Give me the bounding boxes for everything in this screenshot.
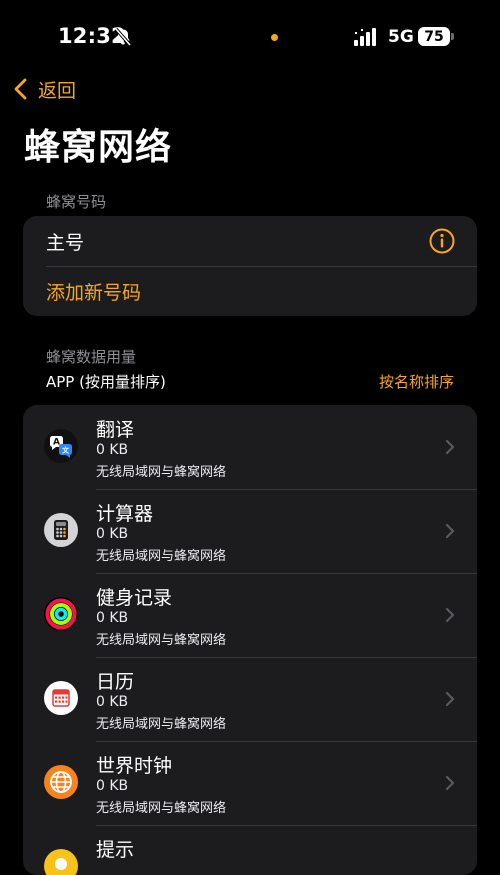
app-network: 无线局域网与蜂窝网络 [96, 633, 227, 648]
calculator-icon [44, 513, 78, 547]
apps-header-row: APP (按用量排序) 按名称排序 [46, 371, 454, 392]
app-row-fitness[interactable]: 健身记录 0 KB 无线局域网与蜂窝网络 [23, 573, 477, 657]
section-header-usage: 蜂窝数据用量 [46, 348, 137, 366]
battery-icon: 75 [418, 27, 450, 46]
info-icon[interactable] [429, 228, 455, 254]
app-row-world-clock[interactable]: 世界时钟 0 KB 无线局域网与蜂窝网络 [23, 741, 477, 825]
translate-icon: A 文 [44, 429, 78, 463]
app-row-calendar[interactable]: 日历 0 KB 无线局域网与蜂窝网络 [23, 657, 477, 741]
back-label: 返回 [38, 79, 77, 102]
chevron-right-icon [445, 439, 455, 455]
tips-icon [44, 849, 78, 875]
app-network: 无线局域网与蜂窝网络 [96, 465, 227, 480]
chevron-left-icon [14, 78, 27, 100]
add-number-row[interactable]: 添加新号码 [23, 266, 477, 316]
chevron-right-icon [445, 523, 455, 539]
section-header-numbers: 蜂窝号码 [46, 193, 107, 211]
activity-icon [44, 597, 78, 631]
battery-level: 75 [424, 28, 444, 45]
bell-slash-icon [114, 27, 132, 47]
app-name: 计算器 [96, 503, 154, 525]
app-name: 健身记录 [96, 587, 173, 609]
app-name: 世界时钟 [96, 755, 173, 777]
app-usage: 0 KB [96, 694, 129, 710]
status-bar: 12:32 5G 75 [0, 0, 500, 74]
svg-text:A: A [53, 438, 60, 448]
svg-text:文: 文 [62, 446, 70, 455]
app-row-translate[interactable]: A 文 翻译 0 KB 无线局域网与蜂窝网络 [23, 405, 477, 489]
page-title: 蜂窝网络 [24, 127, 173, 168]
battery-tip [451, 33, 454, 40]
primary-number-label: 主号 [46, 231, 85, 254]
chevron-right-icon [445, 607, 455, 623]
app-usage: 0 KB [96, 526, 129, 542]
app-row-calculator[interactable]: 计算器 0 KB 无线局域网与蜂窝网络 [23, 489, 477, 573]
sort-by-name-button[interactable]: 按名称排序 [379, 371, 454, 392]
app-row-tips[interactable]: 提示 [23, 825, 477, 875]
numbers-card: 主号 添加新号码 [23, 216, 477, 316]
calendar-icon [44, 681, 78, 715]
apps-sort-description: APP (按用量排序) [46, 373, 166, 391]
app-network: 无线局域网与蜂窝网络 [96, 717, 227, 732]
app-network: 无线局域网与蜂窝网络 [96, 549, 227, 564]
chevron-right-icon [445, 691, 455, 707]
chevron-right-icon [445, 775, 455, 791]
app-usage: 0 KB [96, 778, 129, 794]
world-clock-icon [44, 765, 78, 799]
back-button[interactable]: 返回 [12, 74, 76, 104]
app-name: 翻译 [96, 419, 135, 441]
add-number-label: 添加新号码 [46, 281, 142, 304]
network-type: 5G [388, 27, 414, 47]
signal-strength-icon [354, 28, 376, 46]
app-usage: 0 KB [96, 442, 129, 458]
app-name: 日历 [96, 671, 135, 693]
privacy-indicator-dot [271, 34, 278, 41]
apps-card: A 文 翻译 0 KB 无线局域网与蜂窝网络 计算器 0 KB 无线局域网与蜂窝… [23, 405, 477, 875]
app-usage: 0 KB [96, 610, 129, 626]
app-network: 无线局域网与蜂窝网络 [96, 801, 227, 816]
primary-number-row[interactable]: 主号 [23, 216, 477, 266]
